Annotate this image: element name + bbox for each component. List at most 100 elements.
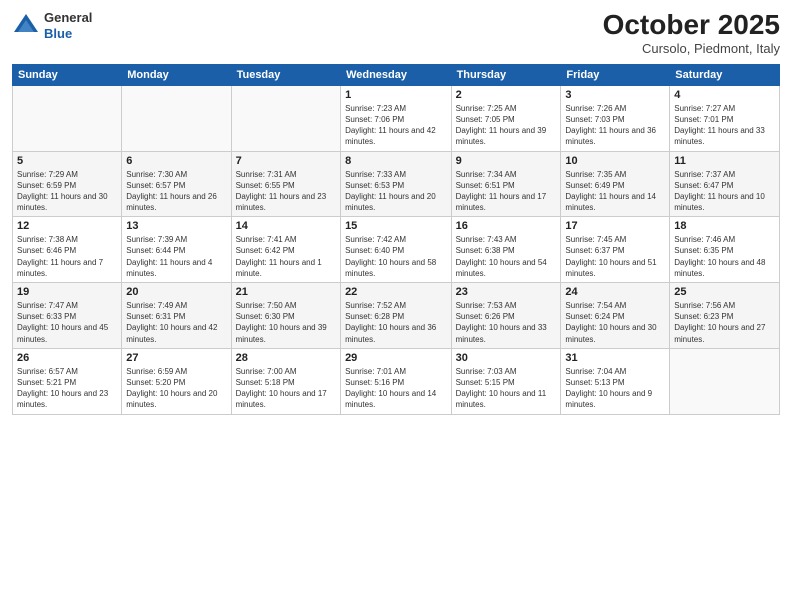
calendar-cell: 18 Sunrise: 7:46 AM Sunset: 6:35 PM Dayli… [670,217,780,283]
day-info: Sunrise: 6:59 AM Sunset: 5:20 PM Dayligh… [126,366,226,411]
day-info: Sunrise: 7:35 AM Sunset: 6:49 PM Dayligh… [565,169,665,214]
calendar-cell: 12 Sunrise: 7:38 AM Sunset: 6:46 PM Dayli… [13,217,122,283]
day-number: 17 [565,220,665,232]
day-info: Sunrise: 7:50 AM Sunset: 6:30 PM Dayligh… [236,300,336,345]
page-header: General Blue October 2025 Cursolo, Piedm… [12,10,780,56]
day-info: Sunrise: 7:39 AM Sunset: 6:44 PM Dayligh… [126,234,226,279]
calendar-cell: 15 Sunrise: 7:42 AM Sunset: 6:40 PM Dayli… [341,217,452,283]
day-info: Sunrise: 7:38 AM Sunset: 6:46 PM Dayligh… [17,234,117,279]
day-info: Sunrise: 7:25 AM Sunset: 7:05 PM Dayligh… [456,103,557,148]
day-number: 28 [236,352,336,364]
calendar-cell: 5Sunrise: 7:29 AM Sunset: 6:59 PM Daylig… [13,151,122,217]
day-number: 18 [674,220,775,232]
day-number: 5 [17,155,117,167]
day-info: Sunrise: 7:23 AM Sunset: 7:06 PM Dayligh… [345,103,447,148]
calendar-cell: 9 Sunrise: 7:34 AM Sunset: 6:51 PM Daylig… [451,151,561,217]
calendar-cell: 10Sunrise: 7:35 AM Sunset: 6:49 PM Dayli… [561,151,670,217]
day-number: 1 [345,89,447,101]
day-number: 12 [17,220,117,232]
day-number: 2 [456,89,557,101]
day-number: 25 [674,286,775,298]
calendar-cell: 6 Sunrise: 7:30 AM Sunset: 6:57 PM Daylig… [122,151,231,217]
weekday-wednesday: Wednesday [341,64,452,85]
calendar-cell: 11Sunrise: 7:37 AM Sunset: 6:47 PM Dayli… [670,151,780,217]
day-info: Sunrise: 7:26 AM Sunset: 7:03 PM Dayligh… [565,103,665,148]
weekday-sunday: Sunday [13,64,122,85]
day-number: 11 [674,155,775,167]
calendar-cell: 30Sunrise: 7:03 AM Sunset: 5:15 PM Dayli… [451,348,561,414]
day-info: Sunrise: 6:57 AM Sunset: 5:21 PM Dayligh… [17,366,117,411]
day-number: 21 [236,286,336,298]
day-number: 3 [565,89,665,101]
day-number: 26 [17,352,117,364]
calendar-cell: 13 Sunrise: 7:39 AM Sunset: 6:44 PM Dayli… [122,217,231,283]
calendar-week-row: 19Sunrise: 7:47 AM Sunset: 6:33 PM Dayli… [13,283,780,349]
weekday-friday: Friday [561,64,670,85]
day-number: 23 [456,286,557,298]
calendar-cell: 28 Sunrise: 7:00 AM Sunset: 5:18 PM Dayli… [231,348,340,414]
day-number: 7 [236,155,336,167]
day-info: Sunrise: 7:34 AM Sunset: 6:51 PM Dayligh… [456,169,557,214]
day-number: 14 [236,220,336,232]
location: Cursolo, Piedmont, Italy [603,41,780,56]
day-info: Sunrise: 7:43 AM Sunset: 6:38 PM Dayligh… [456,234,557,279]
weekday-saturday: Saturday [670,64,780,85]
calendar-cell: 24 Sunrise: 7:54 AM Sunset: 6:24 PM Dayli… [561,283,670,349]
calendar: SundayMondayTuesdayWednesdayThursdayFrid… [12,64,780,415]
title-block: October 2025 Cursolo, Piedmont, Italy [603,10,780,56]
day-number: 8 [345,155,447,167]
day-number: 4 [674,89,775,101]
day-number: 22 [345,286,447,298]
day-number: 6 [126,155,226,167]
day-number: 15 [345,220,447,232]
day-info: Sunrise: 7:30 AM Sunset: 6:57 PM Dayligh… [126,169,226,214]
calendar-cell: 14 Sunrise: 7:41 AM Sunset: 6:42 PM Dayli… [231,217,340,283]
day-number: 24 [565,286,665,298]
day-number: 16 [456,220,557,232]
calendar-cell: 27 Sunrise: 6:59 AM Sunset: 5:20 PM Dayli… [122,348,231,414]
day-info: Sunrise: 7:45 AM Sunset: 6:37 PM Dayligh… [565,234,665,279]
weekday-thursday: Thursday [451,64,561,85]
day-number: 13 [126,220,226,232]
day-info: Sunrise: 7:53 AM Sunset: 6:26 PM Dayligh… [456,300,557,345]
day-number: 9 [456,155,557,167]
calendar-cell [670,348,780,414]
day-info: Sunrise: 7:00 AM Sunset: 5:18 PM Dayligh… [236,366,336,411]
day-info: Sunrise: 7:01 AM Sunset: 5:16 PM Dayligh… [345,366,447,411]
day-info: Sunrise: 7:27 AM Sunset: 7:01 PM Dayligh… [674,103,775,148]
day-number: 31 [565,352,665,364]
calendar-cell: 22 Sunrise: 7:52 AM Sunset: 6:28 PM Dayli… [341,283,452,349]
weekday-header-row: SundayMondayTuesdayWednesdayThursdayFrid… [13,64,780,85]
calendar-cell: 19Sunrise: 7:47 AM Sunset: 6:33 PM Dayli… [13,283,122,349]
calendar-cell: 20 Sunrise: 7:49 AM Sunset: 6:31 PM Dayli… [122,283,231,349]
day-info: Sunrise: 7:52 AM Sunset: 6:28 PM Dayligh… [345,300,447,345]
day-info: Sunrise: 7:03 AM Sunset: 5:15 PM Dayligh… [456,366,557,411]
day-number: 29 [345,352,447,364]
calendar-cell [231,85,340,151]
day-info: Sunrise: 7:49 AM Sunset: 6:31 PM Dayligh… [126,300,226,345]
calendar-cell [13,85,122,151]
day-info: Sunrise: 7:54 AM Sunset: 6:24 PM Dayligh… [565,300,665,345]
calendar-cell: 7 Sunrise: 7:31 AM Sunset: 6:55 PM Daylig… [231,151,340,217]
calendar-cell: 31 Sunrise: 7:04 AM Sunset: 5:13 PM Dayli… [561,348,670,414]
logo-text: General Blue [44,10,92,41]
calendar-cell: 17 Sunrise: 7:45 AM Sunset: 6:37 PM Dayli… [561,217,670,283]
day-info: Sunrise: 7:04 AM Sunset: 5:13 PM Dayligh… [565,366,665,411]
day-info: Sunrise: 7:56 AM Sunset: 6:23 PM Dayligh… [674,300,775,345]
calendar-cell: 21 Sunrise: 7:50 AM Sunset: 6:30 PM Dayli… [231,283,340,349]
calendar-cell: 3 Sunrise: 7:26 AM Sunset: 7:03 PM Daylig… [561,85,670,151]
calendar-week-row: 26 Sunrise: 6:57 AM Sunset: 5:21 PM Dayli… [13,348,780,414]
day-info: Sunrise: 7:42 AM Sunset: 6:40 PM Dayligh… [345,234,447,279]
day-info: Sunrise: 7:31 AM Sunset: 6:55 PM Dayligh… [236,169,336,214]
day-number: 27 [126,352,226,364]
day-info: Sunrise: 7:33 AM Sunset: 6:53 PM Dayligh… [345,169,447,214]
weekday-monday: Monday [122,64,231,85]
day-number: 20 [126,286,226,298]
calendar-cell: 29 Sunrise: 7:01 AM Sunset: 5:16 PM Dayli… [341,348,452,414]
day-info: Sunrise: 7:41 AM Sunset: 6:42 PM Dayligh… [236,234,336,279]
calendar-cell: 4 Sunrise: 7:27 AM Sunset: 7:01 PM Daylig… [670,85,780,151]
calendar-cell: 2 Sunrise: 7:25 AM Sunset: 7:05 PM Daylig… [451,85,561,151]
calendar-cell: 8 Sunrise: 7:33 AM Sunset: 6:53 PM Daylig… [341,151,452,217]
day-info: Sunrise: 7:46 AM Sunset: 6:35 PM Dayligh… [674,234,775,279]
logo: General Blue [12,10,92,41]
